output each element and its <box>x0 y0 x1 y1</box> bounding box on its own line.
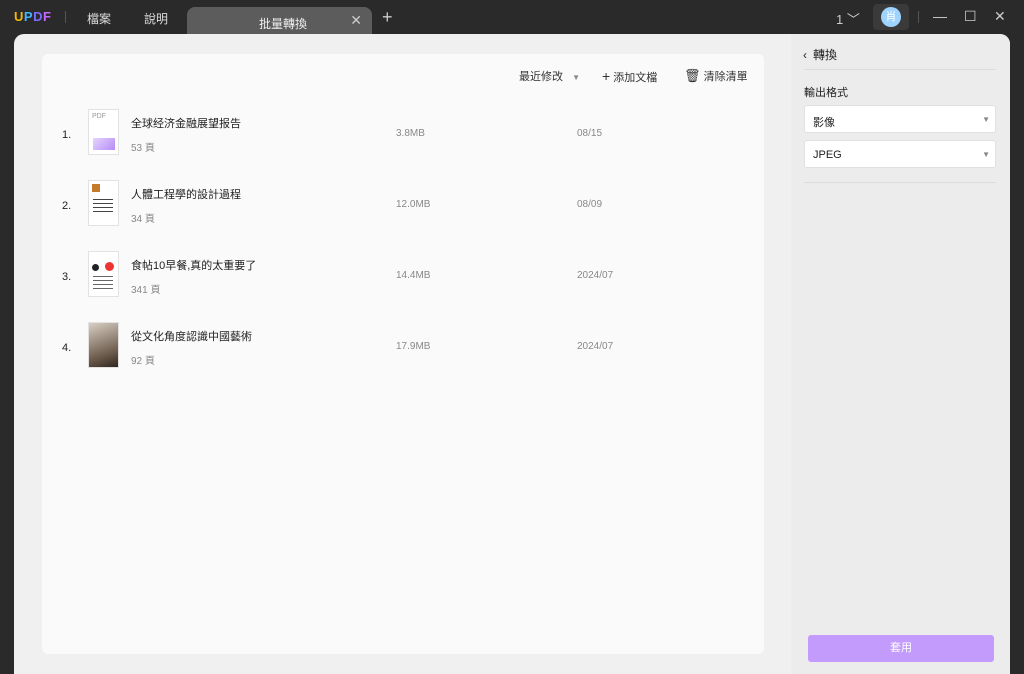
file-date: 2024/07 <box>577 270 614 281</box>
page-count: 341 頁 <box>131 285 161 296</box>
page-count: 53 頁 <box>131 143 155 154</box>
file-thumbnail <box>88 322 119 368</box>
page-count: 92 頁 <box>131 356 155 367</box>
maximize-icon[interactable]: ☐ <box>964 8 977 25</box>
file-thumbnail <box>88 180 119 226</box>
sort-dropdown[interactable]: 最近修改 ▼ <box>519 68 580 84</box>
menu-help[interactable]: 說明 <box>144 10 168 27</box>
divider <box>804 69 996 70</box>
image-type-value: JPEG <box>813 149 842 161</box>
sort-label: 最近修改 <box>519 71 563 83</box>
main-area: 最近修改 ▼ + 添加文檔 🗑 清除清單 1. PDF 全球经济金融展望报告 5… <box>14 34 1010 674</box>
file-row[interactable]: 4. 從文化角度認識中國藝術 92 頁 17.9MB 2024/07 <box>42 322 764 382</box>
clear-list-button[interactable]: 🗑 清除清單 <box>684 68 748 84</box>
page-count: 34 頁 <box>131 214 155 225</box>
format-value: 影像 <box>813 117 835 129</box>
tab-label: 批量轉換 <box>259 17 308 31</box>
clear-label: 清除清單 <box>703 71 748 83</box>
new-tab-icon[interactable]: + <box>382 7 393 28</box>
panel-title: 轉換 <box>813 48 838 62</box>
image-type-select[interactable]: JPEG ▼ <box>804 140 996 168</box>
close-window-icon[interactable]: ✕ <box>994 8 1006 25</box>
avatar-button[interactable]: 肖 <box>873 4 909 30</box>
caret-down-icon: ▼ <box>982 115 990 124</box>
updf-logo: UPDF <box>14 9 52 24</box>
apply-button[interactable]: 套用 <box>808 635 994 662</box>
row-index: 4. <box>62 342 72 354</box>
avatar: 肖 <box>881 7 901 27</box>
back-button[interactable]: ‹ 轉換 <box>803 46 837 63</box>
file-thumbnail <box>88 251 119 297</box>
file-name: 人體工程學的設計過程 <box>131 189 241 201</box>
file-size: 3.8MB <box>396 128 425 139</box>
file-size: 17.9MB <box>396 341 431 352</box>
page-number: 1 <box>836 12 844 27</box>
trash-icon: 🗑 <box>684 68 701 83</box>
title-bar: UPDF 檔案 說明 批量轉換 ✕ + 1 ﹀ 肖 — ☐ ✕ <box>0 0 1024 37</box>
chevron-left-icon: ‹ <box>803 48 807 62</box>
pdf-file-icon: PDF <box>88 109 119 155</box>
file-row[interactable]: 1. PDF 全球经济金融展望报告 53 頁 3.8MB 08/15 <box>42 109 764 169</box>
add-file-button[interactable]: + 添加文檔 <box>602 68 657 85</box>
file-name: 食帖10早餐,真的太重要了 <box>131 260 257 272</box>
menu-file[interactable]: 檔案 <box>87 10 111 27</box>
chevron-down-icon: ﹀ <box>846 12 860 27</box>
divider <box>804 182 996 183</box>
file-name: 全球经济金融展望报告 <box>131 118 241 130</box>
convert-panel: ‹ 轉換 輸出格式 影像 ▼ JPEG ▼ 套用 <box>791 34 1010 674</box>
caret-down-icon: ▼ <box>982 150 990 159</box>
row-index: 1. <box>62 129 72 141</box>
file-list-panel: 最近修改 ▼ + 添加文檔 🗑 清除清單 1. PDF 全球经济金融展望报告 5… <box>42 54 764 654</box>
tab-batch-convert[interactable]: 批量轉換 ✕ <box>187 7 372 37</box>
divider <box>918 11 919 23</box>
file-size: 14.4MB <box>396 270 431 281</box>
caret-down-icon: ▼ <box>572 73 580 82</box>
file-row[interactable]: 3. 食帖10早餐,真的太重要了 341 頁 14.4MB 2024/07 <box>42 251 764 311</box>
plus-icon: + <box>602 68 611 84</box>
row-index: 3. <box>62 271 72 283</box>
file-date: 08/15 <box>577 128 603 139</box>
file-name: 從文化角度認識中國藝術 <box>131 331 252 343</box>
file-row[interactable]: 2. 人體工程學的設計過程 34 頁 12.0MB 08/09 <box>42 180 764 240</box>
add-label: 添加文檔 <box>613 72 658 84</box>
file-date: 08/09 <box>577 199 603 210</box>
file-date: 2024/07 <box>577 341 614 352</box>
close-tab-icon[interactable]: ✕ <box>350 12 362 29</box>
divider <box>65 11 66 23</box>
file-size: 12.0MB <box>396 199 431 210</box>
row-index: 2. <box>62 200 72 212</box>
page-indicator[interactable]: 1 ﹀ <box>836 9 860 28</box>
output-format-label: 輸出格式 <box>804 87 848 99</box>
format-select[interactable]: 影像 ▼ <box>804 105 996 133</box>
minimize-icon[interactable]: — <box>933 8 947 24</box>
